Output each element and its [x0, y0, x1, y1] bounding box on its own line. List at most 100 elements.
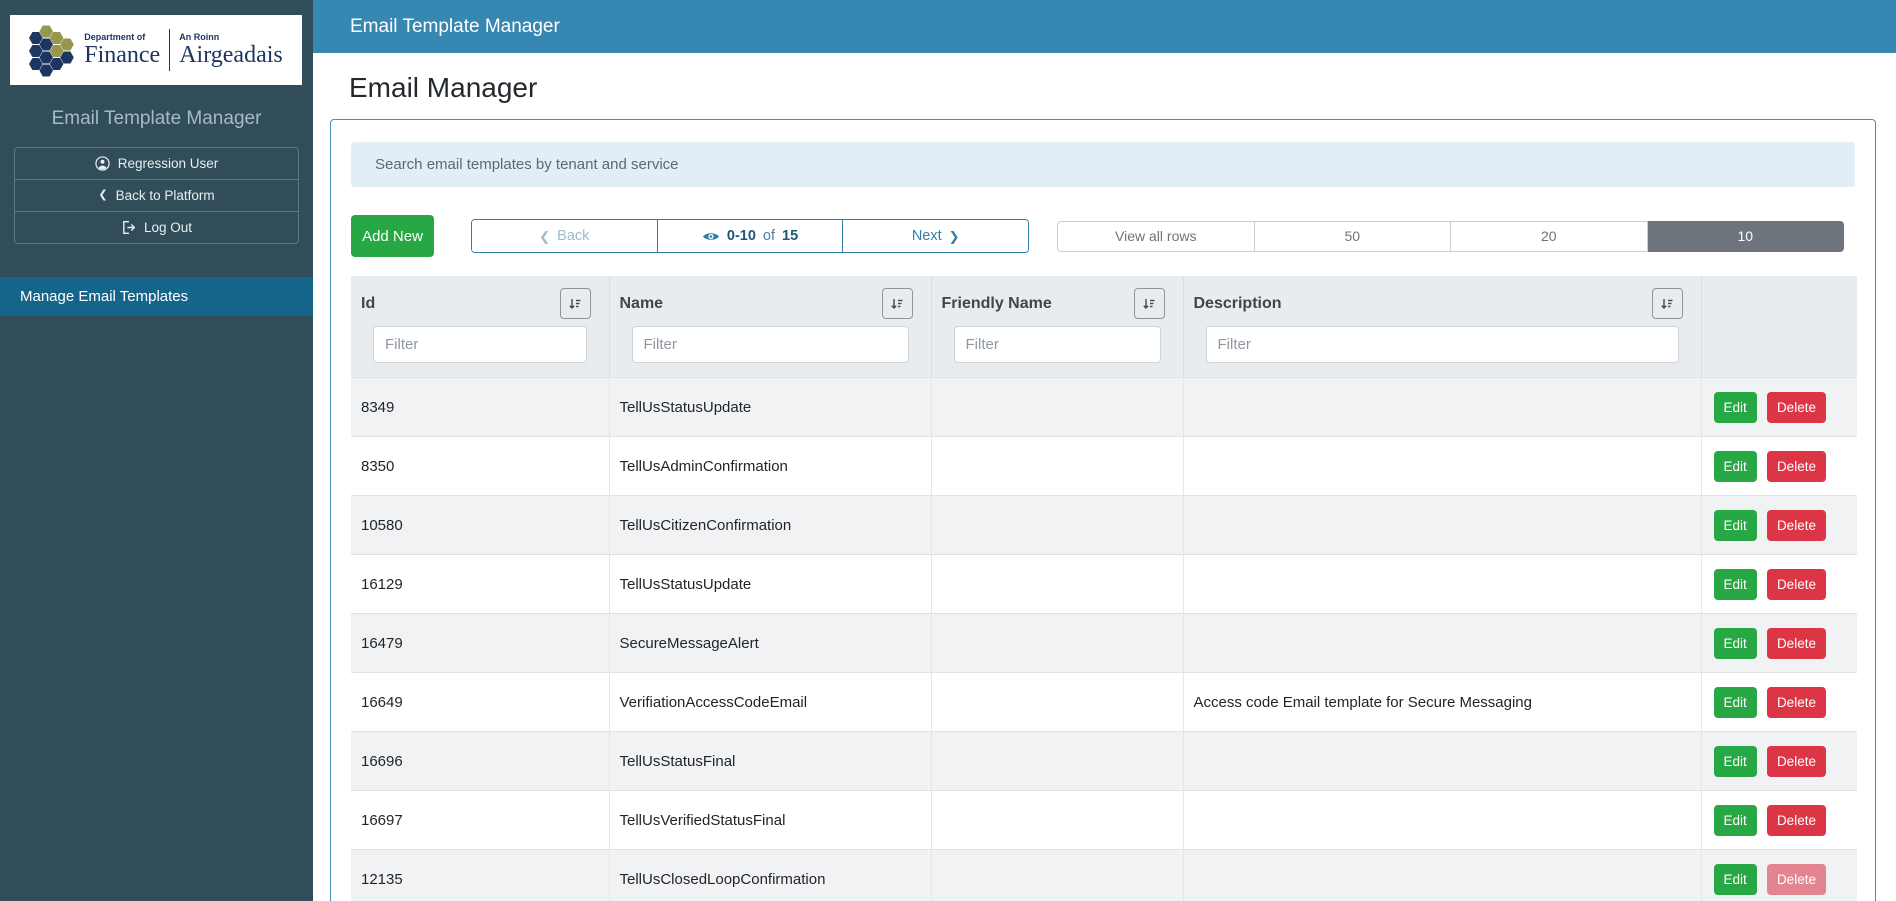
back-to-platform-button[interactable]: ❮ Back to Platform	[15, 179, 298, 211]
cell-name: SecureMessageAlert	[609, 613, 932, 673]
delete-button[interactable]: Delete	[1766, 686, 1826, 718]
top-header-title: Email Template Manager	[350, 15, 560, 37]
finance-hexagon-logo-icon	[29, 25, 75, 77]
cell-friendly-name	[931, 554, 1184, 614]
table-row: 16697 TellUsVerifiedStatusFinal Edit Del…	[351, 790, 1857, 850]
pagination-next-label: Next	[911, 228, 942, 244]
delete-button[interactable]: Delete	[1766, 391, 1826, 423]
cell-id: 16697	[351, 790, 610, 850]
eye-icon	[702, 232, 719, 240]
pagination-group: ❮ Back 0-10 of 15 Next ❯	[471, 219, 1029, 253]
cell-actions: Edit Delete	[1701, 377, 1857, 437]
sort-amount-icon	[569, 298, 581, 309]
page-size-group: View all rows 50 20 10	[1057, 220, 1844, 252]
delete-button[interactable]: Delete	[1766, 745, 1826, 777]
chevron-left-icon: ❮	[539, 228, 551, 244]
main-content: Email Template Manager Email Manager Sea…	[313, 0, 1896, 901]
delete-button[interactable]: Delete	[1766, 627, 1826, 659]
sidebar: Department of Finance An Roinn Airgeadai…	[0, 0, 313, 901]
page-size-50-button[interactable]: 50	[1254, 220, 1451, 252]
page-title: Email Manager	[349, 72, 538, 103]
page-size-view-all-button[interactable]: View all rows	[1057, 220, 1255, 252]
top-header-bar: Email Template Manager	[313, 0, 1896, 53]
filter-id-input[interactable]	[373, 326, 587, 363]
edit-button[interactable]: Edit	[1713, 804, 1757, 836]
edit-button[interactable]: Edit	[1713, 568, 1757, 600]
sort-amount-icon	[1143, 298, 1155, 309]
regression-user-button[interactable]: Regression User	[15, 148, 298, 179]
table-header: Id Name Friendly Name Description Filter…	[351, 276, 1857, 378]
filter-friendly-name-input[interactable]	[953, 326, 1161, 363]
cell-name: TellUsStatusFinal	[609, 731, 932, 791]
cell-name: TellUsAdminConfirmation	[609, 436, 932, 496]
pagination-range-display: 0-10 of 15	[656, 220, 844, 252]
edit-button[interactable]: Edit	[1713, 627, 1757, 659]
cell-id: 16129	[351, 554, 610, 614]
sort-name-button[interactable]	[881, 288, 913, 319]
cell-actions: Edit Delete	[1701, 731, 1857, 791]
delete-button[interactable]: Delete	[1766, 509, 1826, 541]
cell-id: 16696	[351, 731, 610, 791]
cell-description	[1183, 613, 1702, 673]
cell-actions: Edit Delete	[1701, 436, 1857, 496]
logo-divider	[169, 29, 171, 71]
page-size-10-button[interactable]: 10	[1647, 220, 1844, 252]
regression-user-label: Regression User	[117, 156, 219, 171]
cell-friendly-name	[931, 849, 1184, 901]
cell-actions: Edit Delete	[1701, 554, 1857, 614]
edit-button[interactable]: Edit	[1713, 391, 1757, 423]
delete-button[interactable]: Delete	[1766, 568, 1826, 600]
cell-name: TellUsStatusUpdate	[609, 554, 932, 614]
pagination-back-button[interactable]: ❮ Back	[472, 220, 657, 252]
logout-icon	[123, 220, 136, 235]
cell-id: 8350	[351, 436, 610, 496]
table-row: 16479 SecureMessageAlert Edit Delete	[351, 613, 1857, 673]
edit-button[interactable]: Edit	[1713, 686, 1757, 718]
cell-actions: Edit Delete	[1701, 672, 1857, 732]
delete-button[interactable]: Delete	[1766, 450, 1826, 482]
cell-description	[1183, 554, 1702, 614]
cell-id: 16649	[351, 672, 610, 732]
edit-button[interactable]: Edit	[1713, 450, 1757, 482]
sort-id-button[interactable]	[559, 288, 591, 319]
sidebar-button-group: Regression User ❮ Back to Platform Log O…	[14, 147, 299, 244]
cell-id: 12135	[351, 849, 610, 901]
cell-name: VerifiationAccessCodeEmail	[609, 672, 932, 732]
cell-id: 16479	[351, 613, 610, 673]
filter-description-input[interactable]	[1205, 326, 1679, 363]
edit-button[interactable]: Edit	[1713, 509, 1757, 541]
cell-description: Access code Email template for Secure Me…	[1183, 672, 1702, 732]
table-row: 8350 TellUsAdminConfirmation Edit Delete	[351, 436, 1857, 496]
column-header-name: Name	[619, 294, 664, 312]
pagination-range-start: 0-10	[726, 228, 756, 244]
email-templates-table: Id Name Friendly Name Description Filter…	[351, 276, 1857, 901]
sidebar-item-manage-email-templates[interactable]: Manage Email Templates	[0, 277, 313, 316]
edit-button[interactable]: Edit	[1713, 863, 1757, 895]
edit-button[interactable]: Edit	[1713, 745, 1757, 777]
cell-description	[1183, 790, 1702, 850]
table-row: 16696 TellUsStatusFinal Edit Delete	[351, 731, 1857, 791]
cell-friendly-name	[931, 495, 1184, 555]
app-window: Department of Finance An Roinn Airgeadai…	[0, 0, 1896, 901]
logo-wordmark: Department of Finance An Roinn Airgeadai…	[84, 29, 283, 71]
sort-amount-icon	[1661, 298, 1673, 309]
cell-name: TellUsCitizenConfirmation	[609, 495, 932, 555]
cell-description	[1183, 731, 1702, 791]
filter-name-input[interactable]	[631, 326, 909, 363]
pagination-next-button[interactable]: Next ❯	[843, 220, 1028, 252]
cell-description	[1183, 495, 1702, 555]
sort-friendly-name-button[interactable]	[1133, 288, 1165, 319]
user-circle-icon	[95, 156, 110, 171]
add-new-button[interactable]: Add New	[351, 215, 434, 257]
cell-friendly-name	[931, 377, 1184, 437]
log-out-button[interactable]: Log Out	[15, 211, 298, 243]
department-of-finance-logo: Department of Finance An Roinn Airgeadai…	[10, 15, 302, 85]
sort-description-button[interactable]	[1651, 288, 1683, 319]
delete-button[interactable]: Delete	[1766, 863, 1826, 895]
cell-actions: Edit Delete	[1701, 790, 1857, 850]
page-size-20-button[interactable]: 20	[1451, 220, 1648, 252]
logo-finance-text: Finance	[84, 42, 161, 69]
column-header-friendly-name: Friendly Name	[941, 294, 1052, 312]
cell-name: TellUsStatusUpdate	[609, 377, 932, 437]
delete-button[interactable]: Delete	[1766, 804, 1826, 836]
